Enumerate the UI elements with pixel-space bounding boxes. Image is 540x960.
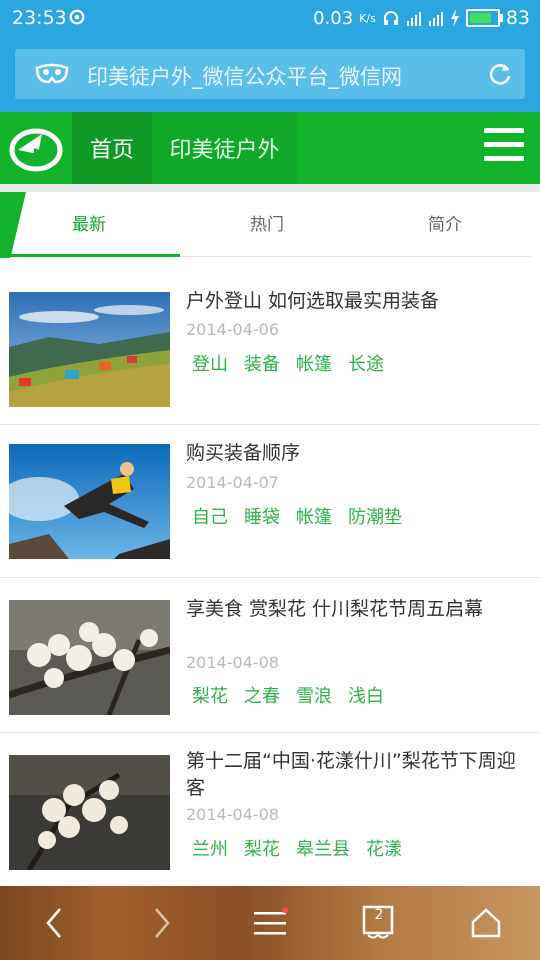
article-date: 2014-04-08 bbox=[186, 653, 279, 672]
status-bar: 23:53 0.03 K/s 83 bbox=[0, 0, 540, 38]
tab-intro[interactable]: 简介 bbox=[428, 210, 462, 235]
article-tags: 自己 睡袋 帐篷 防潮垫 bbox=[192, 503, 402, 529]
tag[interactable]: 长途 bbox=[348, 350, 384, 376]
site-nav: 首页 印美徒户外 bbox=[0, 112, 540, 184]
tab-divider bbox=[180, 256, 532, 257]
site-logo-icon[interactable] bbox=[8, 124, 64, 172]
signal-loop-icon bbox=[69, 9, 85, 25]
tabs-button[interactable]: 2 bbox=[338, 886, 418, 960]
active-tab-underline bbox=[8, 254, 180, 257]
article-thumbnail bbox=[9, 755, 170, 870]
nav-site-tab[interactable]: 印美徒户外 bbox=[152, 112, 297, 184]
article-tags: 梨花 之春 雪浪 浅白 bbox=[192, 682, 384, 708]
tag[interactable]: 登山 bbox=[192, 350, 228, 376]
net-speed: 0.03 bbox=[313, 7, 354, 29]
menu-lines-icon bbox=[254, 908, 288, 935]
cell-signal-icon bbox=[428, 12, 443, 26]
battery-percent: 83 bbox=[505, 7, 530, 29]
reload-icon[interactable] bbox=[487, 61, 513, 87]
back-icon bbox=[46, 908, 61, 938]
list-item[interactable]: 第十二届“中国·花漾什川”梨花节下周迎客 2014-04-08 兰州 梨花 皋兰… bbox=[0, 733, 540, 886]
battery-icon bbox=[465, 9, 503, 27]
list-item[interactable]: 购买装备顺序 2014-04-07 自己 睡袋 帐篷 防潮垫 bbox=[0, 425, 540, 578]
forward-icon bbox=[155, 908, 170, 938]
menu-button[interactable] bbox=[230, 886, 310, 960]
list-item[interactable]: 享美食 赏梨花 什川梨花节周五启幕 2014-04-08 梨花 之春 雪浪 浅白 bbox=[0, 578, 540, 733]
article-date: 2014-04-06 bbox=[186, 320, 279, 339]
tag[interactable]: 睡袋 bbox=[244, 503, 280, 529]
sub-tabs: 最新 热门 简介 bbox=[0, 192, 540, 258]
home-icon bbox=[471, 908, 501, 938]
article-title[interactable]: 户外登山 如何选取最实用装备 bbox=[186, 288, 531, 315]
menu-icon[interactable] bbox=[484, 128, 524, 166]
tag[interactable]: 帐篷 bbox=[296, 503, 332, 529]
nav-home-tab[interactable]: 首页 bbox=[72, 112, 152, 184]
tab-latest[interactable]: 最新 bbox=[72, 210, 106, 235]
article-thumbnail bbox=[9, 292, 170, 407]
tag[interactable]: 帐篷 bbox=[296, 350, 332, 376]
tag[interactable]: 兰州 bbox=[192, 835, 228, 861]
forward-button[interactable] bbox=[122, 886, 202, 960]
tag[interactable]: 浅白 bbox=[348, 682, 384, 708]
wifi-icon bbox=[406, 12, 421, 26]
tag[interactable]: 防潮垫 bbox=[348, 503, 402, 529]
article-title[interactable]: 第十二届“中国·花漾什川”梨花节下周迎客 bbox=[186, 748, 531, 802]
article-date: 2014-04-08 bbox=[186, 805, 279, 824]
page-title[interactable]: 印美徒户外_微信公众平台_微信网 bbox=[87, 61, 402, 91]
net-unit: K/s bbox=[359, 11, 376, 25]
home-button[interactable] bbox=[446, 886, 526, 960]
article-tags: 兰州 梨花 皋兰县 花漾 bbox=[192, 835, 402, 861]
article-thumbnail bbox=[9, 600, 170, 715]
article-title[interactable]: 享美食 赏梨花 什川梨花节周五启幕 bbox=[186, 596, 531, 623]
article-date: 2014-04-07 bbox=[186, 473, 279, 492]
tab-count: 2 bbox=[374, 907, 384, 923]
article-title[interactable]: 购买装备顺序 bbox=[186, 440, 531, 467]
tag[interactable]: 梨花 bbox=[192, 682, 228, 708]
tag[interactable]: 雪浪 bbox=[296, 682, 332, 708]
charging-icon bbox=[450, 9, 459, 27]
tag[interactable]: 皋兰县 bbox=[296, 835, 350, 861]
list-item[interactable]: 户外登山 如何选取最实用装备 2014-04-06 登山 装备 帐篷 长途 bbox=[0, 270, 540, 425]
tag[interactable]: 梨花 bbox=[244, 835, 280, 861]
headphone-icon bbox=[383, 11, 398, 25]
status-time: 23:53 bbox=[12, 7, 67, 29]
tab-hot[interactable]: 热门 bbox=[250, 210, 284, 235]
mask-icon[interactable] bbox=[35, 62, 69, 86]
article-tags: 登山 装备 帐篷 长途 bbox=[192, 350, 384, 376]
tag[interactable]: 之春 bbox=[244, 682, 280, 708]
article-thumbnail bbox=[9, 444, 170, 559]
tag[interactable]: 花漾 bbox=[366, 835, 402, 861]
back-button[interactable] bbox=[14, 886, 94, 960]
divider bbox=[0, 184, 540, 192]
browser-toolbar: 印美徒户外_微信公众平台_微信网 bbox=[0, 38, 540, 112]
address-bar[interactable]: 印美徒户外_微信公众平台_微信网 bbox=[15, 49, 525, 99]
tag[interactable]: 自己 bbox=[192, 503, 228, 529]
tag[interactable]: 装备 bbox=[244, 350, 280, 376]
tab-accent bbox=[0, 192, 26, 258]
browser-bottom-bar: 2 bbox=[0, 886, 540, 960]
